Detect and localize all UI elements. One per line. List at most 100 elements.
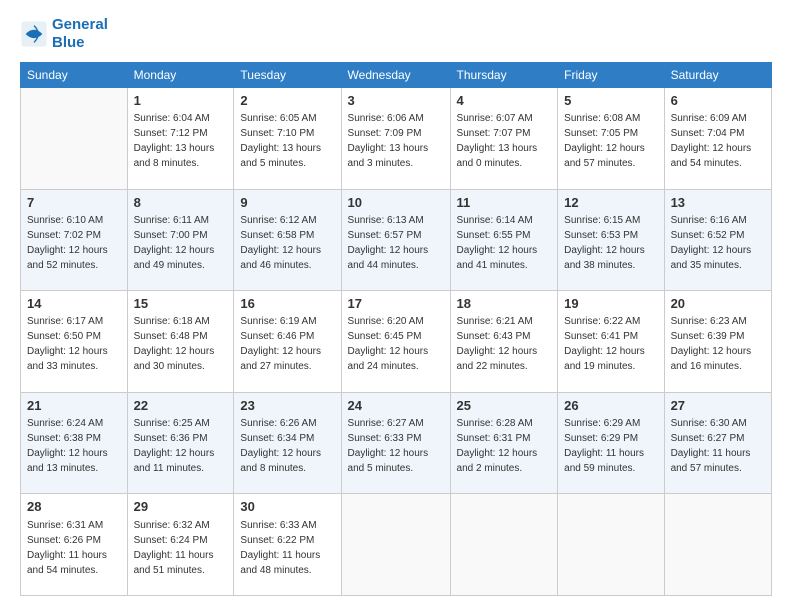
calendar-cell: 2Sunrise: 6:05 AMSunset: 7:10 PMDaylight… bbox=[234, 88, 341, 190]
column-header-saturday: Saturday bbox=[664, 63, 771, 88]
column-header-wednesday: Wednesday bbox=[341, 63, 450, 88]
column-header-sunday: Sunday bbox=[21, 63, 128, 88]
calendar-cell: 25Sunrise: 6:28 AMSunset: 6:31 PMDayligh… bbox=[450, 392, 558, 494]
calendar-cell: 1Sunrise: 6:04 AMSunset: 7:12 PMDaylight… bbox=[127, 88, 234, 190]
calendar-cell: 3Sunrise: 6:06 AMSunset: 7:09 PMDaylight… bbox=[341, 88, 450, 190]
day-info: Sunrise: 6:08 AMSunset: 7:05 PMDaylight:… bbox=[564, 111, 657, 171]
calendar-table: SundayMondayTuesdayWednesdayThursdayFrid… bbox=[20, 62, 772, 596]
day-info: Sunrise: 6:30 AMSunset: 6:27 PMDaylight:… bbox=[671, 416, 765, 476]
day-info: Sunrise: 6:16 AMSunset: 6:52 PMDaylight:… bbox=[671, 213, 765, 273]
calendar-cell: 8Sunrise: 6:11 AMSunset: 7:00 PMDaylight… bbox=[127, 189, 234, 291]
day-info: Sunrise: 6:17 AMSunset: 6:50 PMDaylight:… bbox=[27, 314, 121, 374]
week-row-5: 28 Sunrise: 6:31 AMSunset: 6:26 PMDayligh… bbox=[21, 494, 772, 596]
week-row-3: 14Sunrise: 6:17 AMSunset: 6:50 PMDayligh… bbox=[21, 291, 772, 393]
day-number: 28 bbox=[27, 498, 121, 516]
calendar-cell: 24Sunrise: 6:27 AMSunset: 6:33 PMDayligh… bbox=[341, 392, 450, 494]
calendar-cell: 27Sunrise: 6:30 AMSunset: 6:27 PMDayligh… bbox=[664, 392, 771, 494]
day-info: Sunrise: 6:04 AMSunset: 7:12 PMDaylight:… bbox=[134, 111, 228, 171]
day-number: 7 bbox=[27, 194, 121, 212]
calendar-cell bbox=[664, 494, 771, 596]
column-header-thursday: Thursday bbox=[450, 63, 558, 88]
day-info: Sunrise: 6:33 AMSunset: 6:22 PMDaylight:… bbox=[240, 518, 334, 578]
calendar-cell: 20Sunrise: 6:23 AMSunset: 6:39 PMDayligh… bbox=[664, 291, 771, 393]
calendar-cell: 4Sunrise: 6:07 AMSunset: 7:07 PMDaylight… bbox=[450, 88, 558, 190]
day-number: 12 bbox=[564, 194, 657, 212]
day-info: Sunrise: 6:09 AMSunset: 7:04 PMDaylight:… bbox=[671, 111, 765, 171]
week-row-4: 21Sunrise: 6:24 AMSunset: 6:38 PMDayligh… bbox=[21, 392, 772, 494]
day-number: 17 bbox=[348, 295, 444, 313]
calendar-cell: 9Sunrise: 6:12 AMSunset: 6:58 PMDaylight… bbox=[234, 189, 341, 291]
week-row-2: 7Sunrise: 6:10 AMSunset: 7:02 PMDaylight… bbox=[21, 189, 772, 291]
day-number: 16 bbox=[240, 295, 334, 313]
day-number: 2 bbox=[240, 92, 334, 110]
day-number: 29 bbox=[134, 498, 228, 516]
day-info: Sunrise: 6:22 AMSunset: 6:41 PMDaylight:… bbox=[564, 314, 657, 374]
day-info: Sunrise: 6:11 AMSunset: 7:00 PMDaylight:… bbox=[134, 213, 228, 273]
day-number: 15 bbox=[134, 295, 228, 313]
day-number: 24 bbox=[348, 397, 444, 415]
day-number: 10 bbox=[348, 194, 444, 212]
logo: General Blue bbox=[20, 16, 108, 52]
day-info: Sunrise: 6:28 AMSunset: 6:31 PMDaylight:… bbox=[457, 416, 552, 476]
day-number: 18 bbox=[457, 295, 552, 313]
day-info: Sunrise: 6:13 AMSunset: 6:57 PMDaylight:… bbox=[348, 213, 444, 273]
day-info: Sunrise: 6:27 AMSunset: 6:33 PMDaylight:… bbox=[348, 416, 444, 476]
day-info: Sunrise: 6:26 AMSunset: 6:34 PMDaylight:… bbox=[240, 416, 334, 476]
calendar-cell: 10Sunrise: 6:13 AMSunset: 6:57 PMDayligh… bbox=[341, 189, 450, 291]
calendar-cell: 11Sunrise: 6:14 AMSunset: 6:55 PMDayligh… bbox=[450, 189, 558, 291]
calendar-cell: 13Sunrise: 6:16 AMSunset: 6:52 PMDayligh… bbox=[664, 189, 771, 291]
header-row: SundayMondayTuesdayWednesdayThursdayFrid… bbox=[21, 63, 772, 88]
calendar-cell bbox=[558, 494, 664, 596]
day-number: 20 bbox=[671, 295, 765, 313]
column-header-friday: Friday bbox=[558, 63, 664, 88]
calendar-cell: 22Sunrise: 6:25 AMSunset: 6:36 PMDayligh… bbox=[127, 392, 234, 494]
calendar-cell: 23Sunrise: 6:26 AMSunset: 6:34 PMDayligh… bbox=[234, 392, 341, 494]
day-number: 11 bbox=[457, 194, 552, 212]
day-info: Sunrise: 6:05 AMSunset: 7:10 PMDaylight:… bbox=[240, 111, 334, 171]
day-number: 30 bbox=[240, 498, 334, 516]
day-info: Sunrise: 6:29 AMSunset: 6:29 PMDaylight:… bbox=[564, 416, 657, 476]
week-row-1: 1Sunrise: 6:04 AMSunset: 7:12 PMDaylight… bbox=[21, 88, 772, 190]
calendar-cell: 29 Sunrise: 6:32 AMSunset: 6:24 PMDayligh… bbox=[127, 494, 234, 596]
day-info: Sunrise: 6:32 AMSunset: 6:24 PMDaylight:… bbox=[134, 518, 228, 578]
calendar-cell: 15Sunrise: 6:18 AMSunset: 6:48 PMDayligh… bbox=[127, 291, 234, 393]
day-number: 13 bbox=[671, 194, 765, 212]
calendar-cell: 14Sunrise: 6:17 AMSunset: 6:50 PMDayligh… bbox=[21, 291, 128, 393]
day-info: Sunrise: 6:19 AMSunset: 6:46 PMDaylight:… bbox=[240, 314, 334, 374]
logo-text: General Blue bbox=[52, 16, 108, 52]
day-info: Sunrise: 6:10 AMSunset: 7:02 PMDaylight:… bbox=[27, 213, 121, 273]
day-info: Sunrise: 6:24 AMSunset: 6:38 PMDaylight:… bbox=[27, 416, 121, 476]
day-info: Sunrise: 6:12 AMSunset: 6:58 PMDaylight:… bbox=[240, 213, 334, 273]
day-info: Sunrise: 6:25 AMSunset: 6:36 PMDaylight:… bbox=[134, 416, 228, 476]
day-number: 26 bbox=[564, 397, 657, 415]
calendar-cell bbox=[21, 88, 128, 190]
calendar-cell: 12Sunrise: 6:15 AMSunset: 6:53 PMDayligh… bbox=[558, 189, 664, 291]
day-number: 27 bbox=[671, 397, 765, 415]
calendar-cell: 30 Sunrise: 6:33 AMSunset: 6:22 PMDayligh… bbox=[234, 494, 341, 596]
calendar-cell: 16Sunrise: 6:19 AMSunset: 6:46 PMDayligh… bbox=[234, 291, 341, 393]
calendar-cell: 26Sunrise: 6:29 AMSunset: 6:29 PMDayligh… bbox=[558, 392, 664, 494]
calendar-cell bbox=[341, 494, 450, 596]
day-info: Sunrise: 6:14 AMSunset: 6:55 PMDaylight:… bbox=[457, 213, 552, 273]
day-info: Sunrise: 6:23 AMSunset: 6:39 PMDaylight:… bbox=[671, 314, 765, 374]
day-info: Sunrise: 6:20 AMSunset: 6:45 PMDaylight:… bbox=[348, 314, 444, 374]
day-number: 6 bbox=[671, 92, 765, 110]
day-number: 9 bbox=[240, 194, 334, 212]
calendar-cell: 28 Sunrise: 6:31 AMSunset: 6:26 PMDayligh… bbox=[21, 494, 128, 596]
day-number: 19 bbox=[564, 295, 657, 313]
day-info: Sunrise: 6:18 AMSunset: 6:48 PMDaylight:… bbox=[134, 314, 228, 374]
calendar-cell: 18Sunrise: 6:21 AMSunset: 6:43 PMDayligh… bbox=[450, 291, 558, 393]
calendar-cell: 19Sunrise: 6:22 AMSunset: 6:41 PMDayligh… bbox=[558, 291, 664, 393]
day-info: Sunrise: 6:31 AMSunset: 6:26 PMDaylight:… bbox=[27, 518, 121, 578]
day-number: 22 bbox=[134, 397, 228, 415]
day-info: Sunrise: 6:15 AMSunset: 6:53 PMDaylight:… bbox=[564, 213, 657, 273]
day-info: Sunrise: 6:07 AMSunset: 7:07 PMDaylight:… bbox=[457, 111, 552, 171]
logo-icon bbox=[20, 20, 48, 48]
calendar-cell: 7Sunrise: 6:10 AMSunset: 7:02 PMDaylight… bbox=[21, 189, 128, 291]
column-header-monday: Monday bbox=[127, 63, 234, 88]
calendar-cell: 6Sunrise: 6:09 AMSunset: 7:04 PMDaylight… bbox=[664, 88, 771, 190]
day-number: 8 bbox=[134, 194, 228, 212]
day-info: Sunrise: 6:06 AMSunset: 7:09 PMDaylight:… bbox=[348, 111, 444, 171]
calendar-cell: 21Sunrise: 6:24 AMSunset: 6:38 PMDayligh… bbox=[21, 392, 128, 494]
day-number: 5 bbox=[564, 92, 657, 110]
